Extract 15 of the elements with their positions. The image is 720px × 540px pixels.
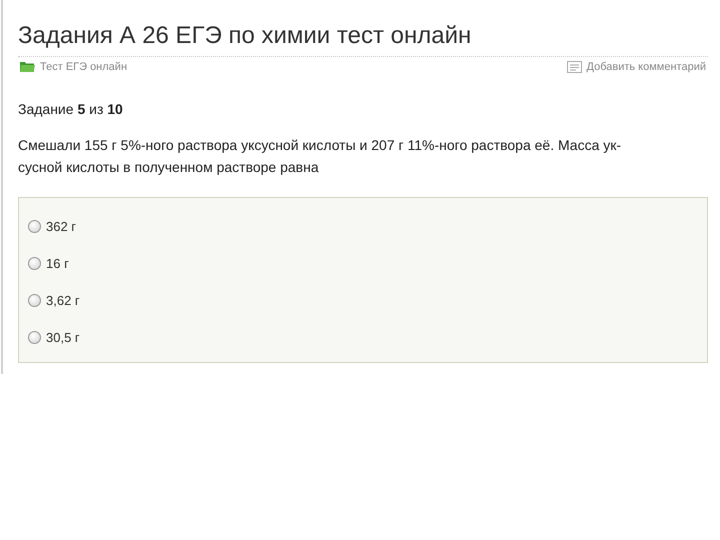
answer-option[interactable]: 3,62 г [28,282,698,319]
radio-button[interactable] [28,257,41,270]
question-text: Смешали 155 г 5%-ного раствора уксусной кислоты и 207 г 11%-ного раствора её. Масса ук- сусной кислоты в полученном растворе равна [18,136,622,177]
answer-option[interactable]: 30,5 г [28,319,698,356]
comment-icon [566,61,582,73]
answer-option[interactable]: 16 г [28,245,698,282]
folder-icon [20,61,35,73]
add-comment-link[interactable]: Добавить комментарий [566,61,706,73]
task-counter: Задание 5 из 10 [18,101,124,117]
page-title: Задания А 26 ЕГЭ по химии тест онлайн [18,20,708,57]
category-link[interactable]: Тест ЕГЭ онлайн [20,61,128,73]
radio-button[interactable] [28,220,41,233]
radio-button[interactable] [28,294,41,307]
radio-button[interactable] [28,331,41,344]
answer-option[interactable]: 362 г [28,208,698,245]
